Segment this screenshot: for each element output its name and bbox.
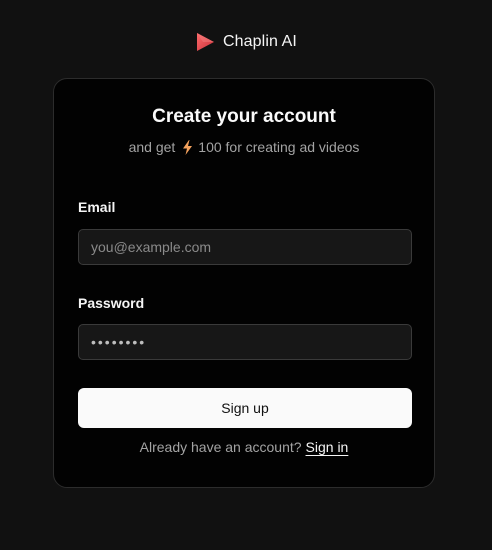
- page-title: Create your account: [152, 106, 336, 127]
- signin-prompt: Already have an account? Sign in: [54, 439, 434, 455]
- email-field[interactable]: [78, 229, 412, 265]
- email-label: Email: [78, 199, 116, 215]
- subtitle: and get 100 for creating ad videos: [54, 139, 434, 155]
- password-field[interactable]: [78, 324, 412, 360]
- lightning-bolt-icon: [183, 139, 193, 155]
- password-label: Password: [78, 295, 145, 311]
- signup-card: Create your account and get 100 for crea…: [53, 78, 435, 488]
- signin-prompt-text: Already have an account?: [139, 439, 302, 455]
- signup-button[interactable]: Sign up: [78, 388, 412, 428]
- subtitle-prefix: and get: [128, 139, 176, 155]
- subtitle-suffix: 100 for creating ad videos: [198, 139, 360, 155]
- brand-header: Chaplin AI: [0, 31, 492, 53]
- brand-name: Chaplin AI: [223, 33, 297, 50]
- signin-link[interactable]: Sign in: [306, 439, 349, 455]
- play-triangle-icon: [197, 33, 215, 51]
